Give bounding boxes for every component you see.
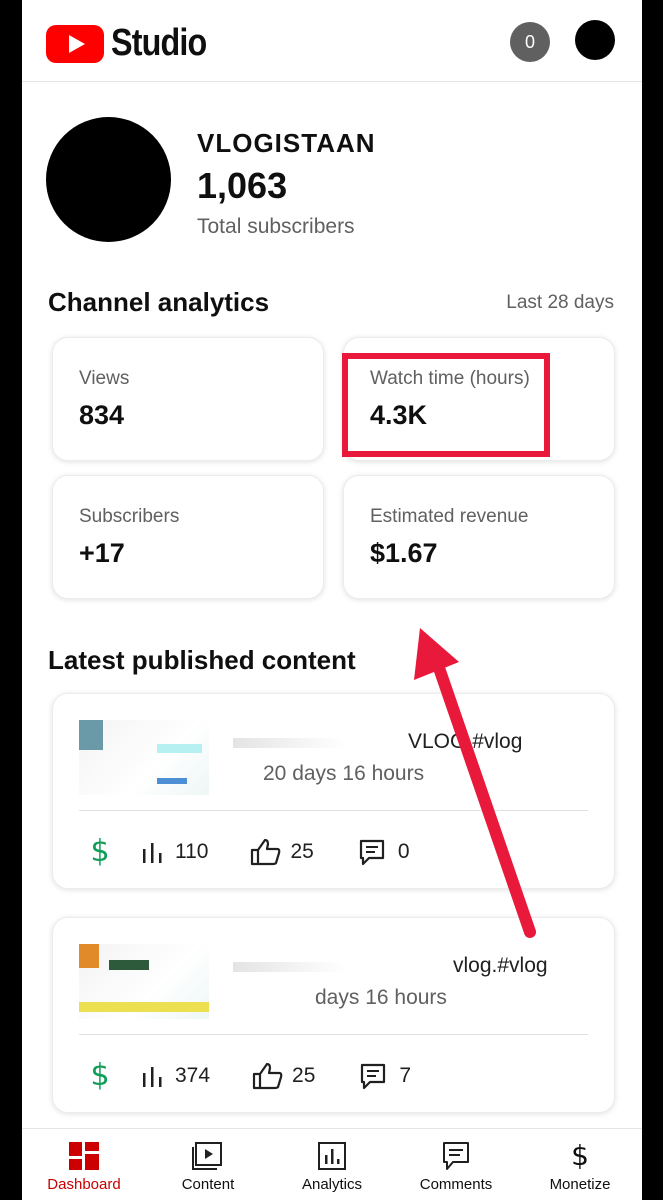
analytics-icon [318, 1142, 346, 1170]
youtube-logo-icon [46, 24, 104, 63]
nav-monetize[interactable]: $ Monetize [518, 1129, 642, 1200]
views-count: 110 [175, 839, 209, 863]
likes-stat: 25 [250, 838, 314, 866]
dashboard-icon [69, 1142, 99, 1170]
video-thumbnail [79, 720, 209, 795]
video-age: days 16 hours [315, 986, 447, 1009]
views-count: 374 [175, 1063, 211, 1087]
nav-dashboard[interactable]: Dashboard [22, 1129, 146, 1200]
studio-logo[interactable]: Studio [46, 22, 223, 65]
video-stats: $ 374 25 7 [83, 1058, 411, 1093]
comments-count: 0 [397, 839, 410, 863]
divider [79, 1034, 588, 1035]
comments-stat: 0 [358, 838, 410, 866]
comment-icon [359, 839, 384, 865]
views-stat: 110 [141, 840, 208, 864]
comment-icon [361, 1063, 386, 1089]
metric-label: Estimated revenue [370, 506, 529, 527]
thumbs-up-icon [251, 838, 281, 865]
divider [79, 810, 588, 811]
metric-card-views[interactable]: Views 834 [52, 337, 324, 461]
bar-chart-icon [143, 842, 162, 863]
views-stat: 374 [141, 1064, 210, 1088]
likes-stat: 25 [252, 1062, 315, 1090]
blurred-title [233, 962, 393, 972]
analytics-title: Channel analytics [48, 287, 270, 317]
channel-name: VLOGISTAAN [197, 128, 376, 158]
bar-chart-icon [143, 1066, 162, 1087]
metric-card-revenue[interactable]: Estimated revenue $1.67 [343, 475, 615, 599]
subscriber-label: Total subscribers [197, 215, 355, 238]
likes-count: 25 [292, 1063, 316, 1087]
phone-screen: Studio 0 VLOGISTAAN 1,063 Total subscrib… [22, 0, 642, 1200]
bottom-navigation: Dashboard Content Analytics Comments $ M… [22, 1128, 642, 1200]
comments-icon [443, 1142, 469, 1170]
nav-comments[interactable]: Comments [394, 1129, 518, 1200]
subscriber-count: 1,063 [197, 165, 288, 206]
app-title: Studio [111, 22, 207, 64]
monetization-icon: $ [90, 834, 110, 869]
metric-label: Subscribers [79, 506, 180, 527]
video-thumbnail [79, 944, 209, 1019]
metric-label: Views [79, 368, 130, 389]
video-stats: $ 110 25 0 [83, 834, 410, 869]
nav-label: Analytics [301, 1176, 363, 1193]
nav-analytics[interactable]: Analytics [270, 1129, 394, 1200]
highlight-box [342, 353, 550, 457]
metric-value: $1.67 [370, 538, 438, 568]
video-title: vlog.#vlog [453, 954, 548, 977]
notification-badge[interactable]: 0 [510, 22, 550, 62]
metric-value: +17 [79, 538, 125, 568]
blurred-title [233, 738, 393, 748]
channel-avatar [46, 117, 171, 242]
likes-count: 25 [290, 839, 314, 863]
analytics-period: Last 28 days [506, 292, 614, 313]
comments-stat: 7 [359, 1062, 411, 1090]
metric-value: 834 [79, 400, 125, 430]
video-card[interactable]: VLOG #vlog 20 days 16 hours $ 110 25 0 [52, 693, 615, 889]
latest-content-title: Latest published content [48, 645, 356, 675]
video-age: 20 days 16 hours [263, 762, 425, 785]
video-title: VLOG #vlog [408, 730, 523, 753]
monetization-icon: $ [90, 1058, 110, 1093]
monetize-icon: $ [571, 1139, 589, 1172]
account-avatar[interactable] [575, 20, 615, 60]
nav-label: Dashboard [47, 1176, 121, 1193]
nav-content[interactable]: Content [146, 1129, 270, 1200]
nav-label: Content [181, 1176, 235, 1193]
metric-card-subscribers[interactable]: Subscribers +17 [52, 475, 324, 599]
nav-label: Monetize [549, 1176, 611, 1193]
nav-label: Comments [419, 1176, 493, 1193]
top-bar: Studio 0 [22, 0, 642, 82]
video-card[interactable]: vlog.#vlog days 16 hours $ 374 25 7 [52, 917, 615, 1113]
thumbs-up-icon [252, 1062, 283, 1089]
comments-count: 7 [399, 1063, 412, 1087]
content-icon [192, 1142, 222, 1170]
